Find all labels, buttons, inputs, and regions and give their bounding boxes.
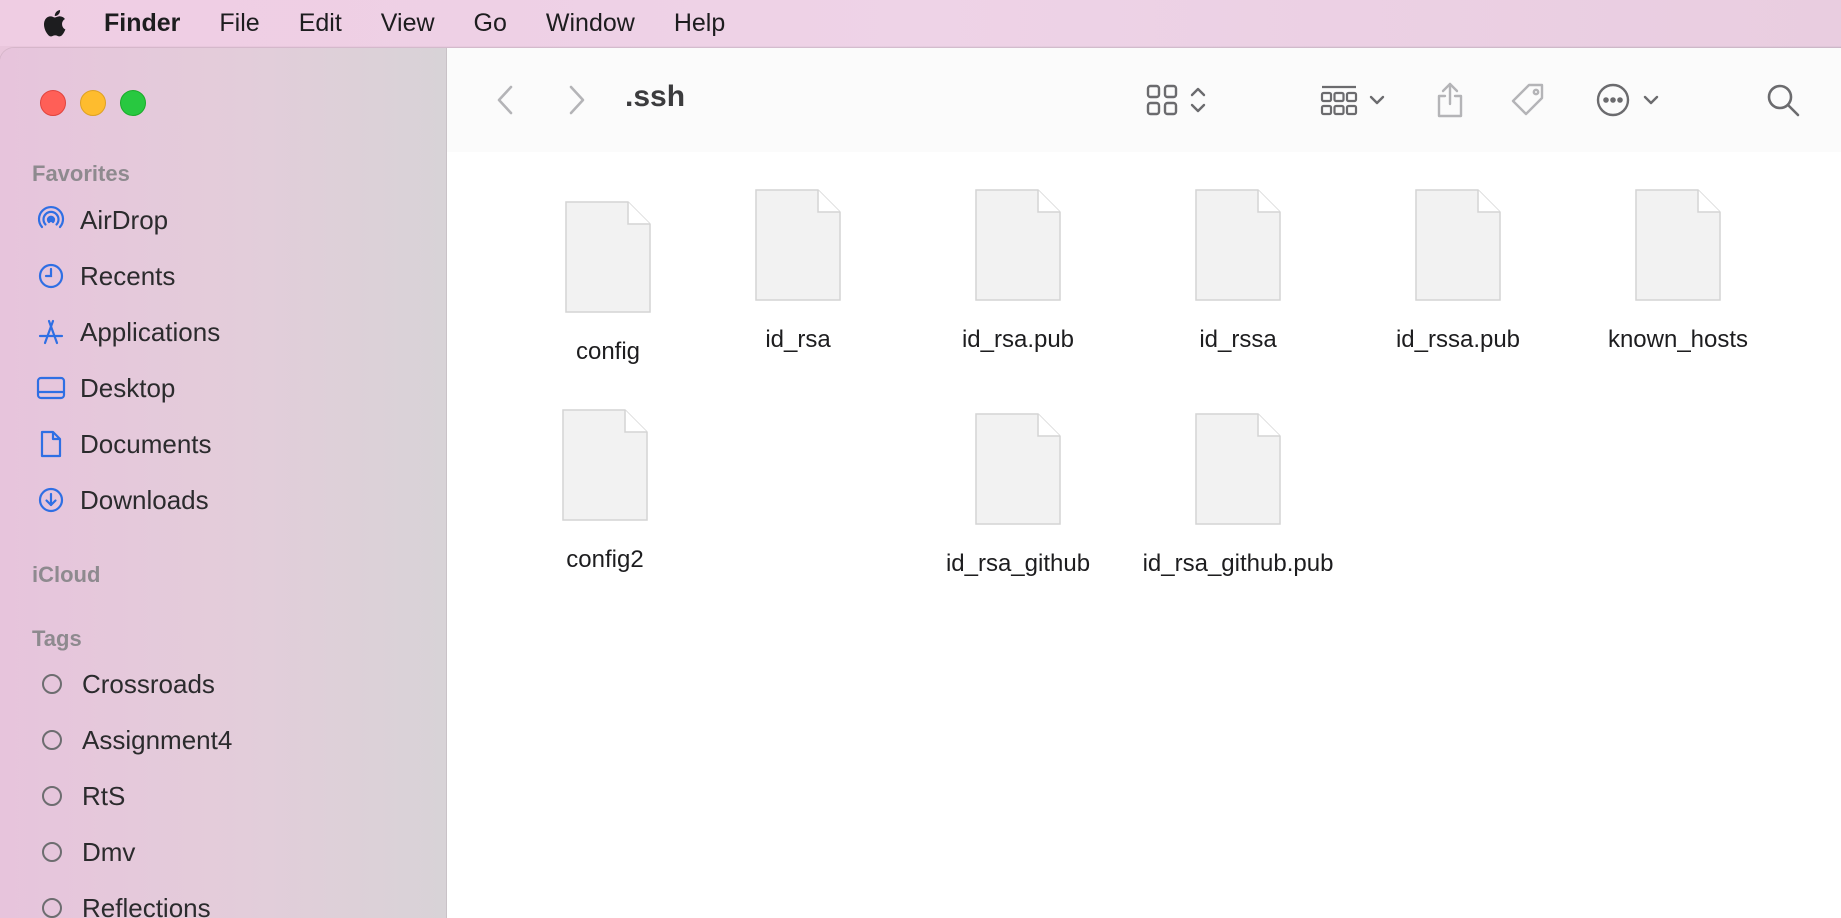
file-item[interactable]: id_rsa xyxy=(703,188,893,354)
file-name: id_rsa xyxy=(765,326,831,353)
tag-circle-icon xyxy=(42,842,62,862)
grid-view-icon xyxy=(1146,84,1178,116)
sidebar-item-label: Documents xyxy=(80,428,212,459)
file-name: id_rssa xyxy=(1199,326,1277,353)
document-icon xyxy=(36,429,66,459)
generic-document-icon xyxy=(1415,189,1501,301)
sidebar-tag-crossroads[interactable]: Crossroads xyxy=(36,662,215,706)
generic-document-icon xyxy=(1635,189,1721,301)
sidebar-item-label: Downloads xyxy=(80,484,209,515)
menu-window[interactable]: Window xyxy=(546,9,635,38)
group-by-button[interactable] xyxy=(1319,80,1387,120)
sidebar-item-label: RtS xyxy=(82,780,126,811)
toolbar: .ssh xyxy=(447,48,1841,152)
back-button[interactable] xyxy=(495,80,517,120)
tag-circle-icon xyxy=(42,730,62,750)
desktop-icon xyxy=(36,373,66,403)
sidebar-item-label: Crossroads xyxy=(82,668,215,699)
file-name: config xyxy=(575,338,641,365)
sidebar-item-label: AirDrop xyxy=(80,204,169,235)
menu-help[interactable]: Help xyxy=(674,9,725,38)
sidebar-tag-dmv[interactable]: Dmv xyxy=(36,830,135,874)
file-name: config2 xyxy=(566,546,644,573)
more-actions-button[interactable] xyxy=(1595,80,1661,120)
tags-button[interactable] xyxy=(1509,80,1547,120)
sidebar-section-tags: Tags xyxy=(32,626,82,651)
tag-circle-icon xyxy=(42,674,62,694)
apple-logo-icon[interactable] xyxy=(38,7,68,39)
up-down-chevron-icon xyxy=(1190,87,1206,113)
generic-document-icon xyxy=(975,189,1061,301)
sidebar-item-downloads[interactable]: Downloads xyxy=(36,478,209,522)
sidebar-item-desktop[interactable]: Desktop xyxy=(36,366,175,410)
generic-document-icon xyxy=(1195,413,1281,525)
zoom-window-button[interactable] xyxy=(120,90,146,116)
forward-button[interactable] xyxy=(565,80,587,120)
file-name: known_hosts xyxy=(1607,326,1749,353)
main-content: .ssh config id_rsa id_rsa.pub id_rssa id… xyxy=(447,48,1841,918)
tag-circle-icon xyxy=(42,898,62,918)
file-item[interactable]: id_rsa_github.pub xyxy=(1143,412,1333,578)
file-item[interactable]: config2 xyxy=(510,408,700,574)
airdrop-icon xyxy=(36,205,66,235)
file-item[interactable]: known_hosts xyxy=(1583,188,1773,354)
file-item[interactable]: config xyxy=(513,200,703,366)
sidebar-item-label: Assignment4 xyxy=(82,724,233,755)
sidebar-item-recents[interactable]: Recents xyxy=(36,254,175,298)
menu-file[interactable]: File xyxy=(219,9,259,38)
sidebar: Favorites AirDrop Recents Applications D… xyxy=(0,48,447,918)
share-icon xyxy=(1437,82,1463,118)
chevron-down-icon xyxy=(1369,95,1385,105)
sidebar-item-label: Desktop xyxy=(80,372,176,403)
file-item[interactable]: id_rssa xyxy=(1143,188,1333,354)
search-button[interactable] xyxy=(1765,80,1801,120)
file-item[interactable]: id_rssa.pub xyxy=(1363,188,1553,354)
sidebar-item-applications[interactable]: Applications xyxy=(36,310,220,354)
chevron-left-icon xyxy=(497,85,513,115)
sidebar-tag-assignment4[interactable]: Assignment4 xyxy=(36,718,232,762)
finder-window: Favorites AirDrop Recents Applications D… xyxy=(0,48,1841,918)
generic-document-icon xyxy=(975,413,1061,525)
generic-document-icon xyxy=(1195,189,1281,301)
sidebar-section-favorites: Favorites xyxy=(32,161,130,186)
menu-go[interactable]: Go xyxy=(474,9,507,38)
sidebar-tag-rts[interactable]: RtS xyxy=(36,774,125,818)
sidebar-section-icloud: iCloud xyxy=(32,562,101,587)
view-mode-button[interactable] xyxy=(1145,80,1209,120)
group-grid-icon xyxy=(1320,85,1358,116)
sidebar-item-airdrop[interactable]: AirDrop xyxy=(36,198,168,242)
generic-document-icon xyxy=(565,201,651,313)
generic-document-icon xyxy=(755,189,841,301)
sidebar-item-label: Recents xyxy=(80,260,176,291)
file-item[interactable]: id_rsa_github xyxy=(923,412,1113,578)
generic-document-icon xyxy=(562,409,648,521)
file-name: id_rsa.pub xyxy=(961,326,1075,353)
file-item[interactable]: id_rsa.pub xyxy=(923,188,1113,354)
sidebar-item-label: Reflections xyxy=(82,892,211,918)
file-name: id_rsa_github xyxy=(945,550,1091,577)
menu-view[interactable]: View xyxy=(381,9,435,38)
sidebar-tag-reflections[interactable]: Reflections xyxy=(36,886,211,918)
menu-bar: Finder File Edit View Go Window Help xyxy=(0,0,1841,46)
close-window-button[interactable] xyxy=(40,90,66,116)
minimize-window-button[interactable] xyxy=(80,90,106,116)
tag-icon xyxy=(1511,83,1544,116)
download-icon xyxy=(36,485,66,515)
sidebar-item-label: Dmv xyxy=(82,836,136,867)
applications-icon xyxy=(36,317,66,347)
chevron-right-icon xyxy=(569,85,585,115)
menu-finder[interactable]: Finder xyxy=(104,9,180,38)
chevron-down-icon xyxy=(1643,95,1659,105)
share-button[interactable] xyxy=(1435,80,1465,120)
folder-title: .ssh xyxy=(625,80,686,113)
menu-edit[interactable]: Edit xyxy=(299,9,342,38)
sidebar-item-label: Applications xyxy=(80,316,221,347)
search-icon xyxy=(1767,84,1800,117)
ellipsis-circle-icon xyxy=(1596,83,1630,117)
tag-circle-icon xyxy=(42,786,62,806)
clock-icon xyxy=(36,261,66,291)
file-name: id_rssa.pub xyxy=(1395,326,1521,353)
sidebar-item-documents[interactable]: Documents xyxy=(36,422,212,466)
file-name: id_rsa_github.pub xyxy=(1142,550,1334,577)
